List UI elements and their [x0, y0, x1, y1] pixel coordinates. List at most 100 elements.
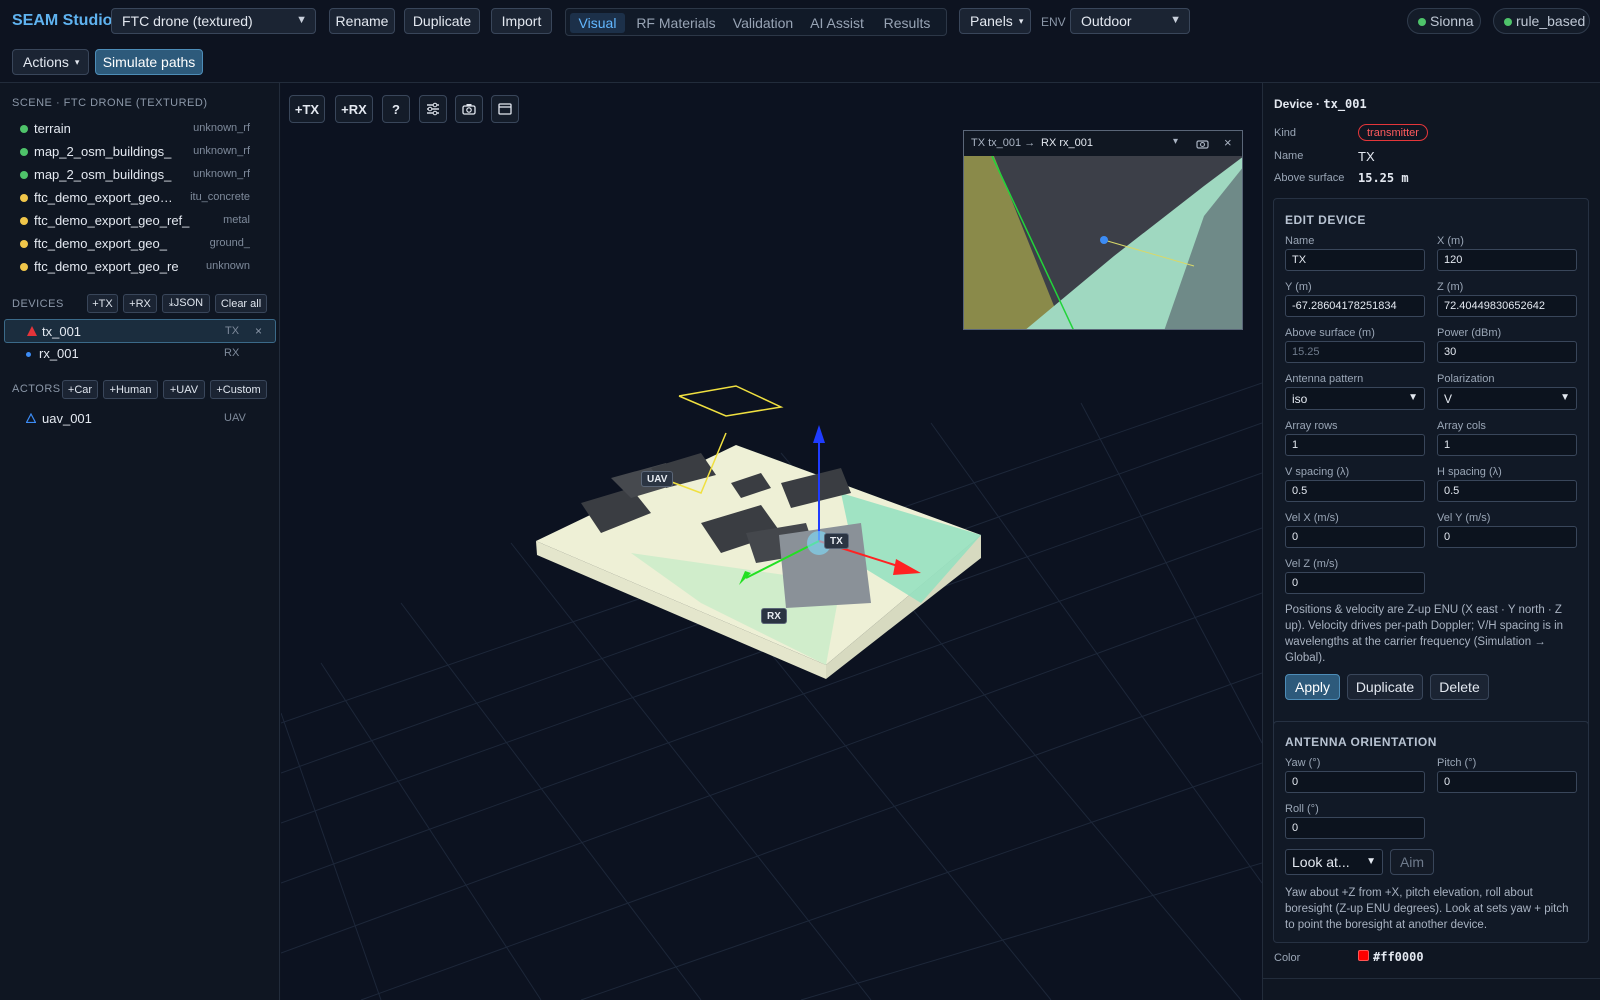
- tab-validation[interactable]: Validation: [726, 13, 800, 33]
- actor-row-uav[interactable]: uav_001 UAV: [4, 407, 276, 431]
- roll-input[interactable]: 0: [1285, 817, 1425, 839]
- tab-results[interactable]: Results: [874, 13, 940, 33]
- uav-marker-label: UAV: [641, 471, 674, 487]
- scene-item[interactable]: terrain unknown_rf: [10, 119, 258, 139]
- status-dot: [20, 148, 28, 156]
- edit-device-title: EDIT DEVICE: [1285, 213, 1366, 227]
- device-panel-title-prefix: Device ·: [1274, 97, 1321, 111]
- yaw-input[interactable]: 0: [1285, 771, 1425, 793]
- antenna-pattern-select[interactable]: iso ▼: [1285, 387, 1425, 410]
- add-car-button[interactable]: +Car: [62, 380, 98, 399]
- aim-button[interactable]: Aim: [1390, 849, 1434, 875]
- z-input[interactable]: 72.40449830652642: [1437, 295, 1577, 317]
- delete-device-button[interactable]: Delete: [1430, 674, 1489, 700]
- device-name-input[interactable]: TX: [1285, 249, 1425, 271]
- scene-select[interactable]: FTC drone (textured) ▼: [111, 8, 316, 34]
- device-row-tx[interactable]: tx_001 TX ×: [4, 319, 276, 343]
- field-label: Polarization: [1437, 373, 1495, 385]
- add-tx-button[interactable]: +TX: [87, 294, 118, 313]
- pitch-input[interactable]: 0: [1437, 771, 1577, 793]
- panels-button[interactable]: Panels ▾: [959, 8, 1031, 34]
- duplicate-device-button[interactable]: Duplicate: [1347, 674, 1423, 700]
- polarization-select[interactable]: V ▼: [1437, 387, 1577, 410]
- kind-badge: transmitter: [1358, 124, 1428, 141]
- array-cols-input[interactable]: 1: [1437, 434, 1577, 456]
- power-input[interactable]: 30: [1437, 341, 1577, 363]
- scene-select-value: FTC drone (textured): [122, 13, 253, 29]
- vel-y-input[interactable]: 0: [1437, 526, 1577, 548]
- scene-item[interactable]: map_2_osm_buildings_ unknown_rf: [10, 142, 258, 162]
- env-select[interactable]: Outdoor ▼: [1070, 8, 1190, 34]
- scene-item-name: map_2_osm_buildings_: [34, 144, 172, 159]
- tx-marker-label: TX: [824, 533, 849, 549]
- close-icon[interactable]: ×: [1224, 135, 1232, 150]
- color-swatch[interactable]: [1358, 950, 1369, 961]
- device-row-rx[interactable]: rx_001 RX: [4, 342, 276, 366]
- h-spacing-input[interactable]: 0.5: [1437, 480, 1577, 502]
- scene-panel: SCENE · FTC DRONE (TEXTURED) terrain unk…: [0, 83, 280, 1000]
- scene-item[interactable]: map_2_osm_buildings_ unknown_rf: [10, 165, 258, 185]
- status-dot: [20, 263, 28, 271]
- array-rows-input[interactable]: 1: [1285, 434, 1425, 456]
- import-button[interactable]: Import: [491, 8, 552, 34]
- add-human-button[interactable]: +Human: [103, 380, 158, 399]
- scene-viewport[interactable]: +TX +RX ? UAV TX RX TX tx_001 → RX rx_00…: [281, 83, 1262, 1000]
- device-name: rx_001: [39, 346, 79, 361]
- vel-x-input[interactable]: 0: [1285, 526, 1425, 548]
- scene-item-name: ftc_demo_export_geo_ref: [34, 190, 176, 205]
- scene-item-material: unknown_rf: [193, 122, 250, 134]
- simulate-paths-button[interactable]: Simulate paths: [95, 49, 203, 75]
- name-label: Name: [1274, 150, 1304, 162]
- camera-icon[interactable]: [1196, 138, 1209, 149]
- above-surface-input: 15.25: [1285, 341, 1425, 363]
- tab-ai-assist[interactable]: AI Assist: [806, 13, 868, 33]
- view-tabs: Visual RF Materials Validation AI Assist…: [565, 8, 947, 36]
- status-dot: [20, 194, 28, 202]
- add-custom-button[interactable]: +Custom: [210, 380, 267, 399]
- device-kind: TX: [225, 325, 240, 337]
- name-value: TX: [1358, 149, 1375, 164]
- kind-label: Kind: [1274, 127, 1297, 139]
- scene-item[interactable]: ftc_demo_export_geo_ref itu_concrete: [10, 188, 258, 208]
- y-input[interactable]: -67.28604178251834: [1285, 295, 1425, 317]
- add-rx-button[interactable]: +RX: [123, 294, 157, 313]
- add-uav-button[interactable]: +UAV: [163, 380, 205, 399]
- rename-button[interactable]: Rename: [329, 8, 395, 34]
- status-dot: [20, 171, 28, 179]
- link-preview-window[interactable]: TX tx_001 → RX rx_001 ▾ ×: [963, 130, 1243, 330]
- duplicate-scene-button[interactable]: Duplicate: [404, 8, 480, 34]
- scene-item[interactable]: ftc_demo_export_geo_ ground_: [10, 234, 258, 254]
- viewport-add-tx-button[interactable]: +TX: [289, 95, 325, 123]
- tab-visual[interactable]: Visual: [570, 13, 625, 33]
- look-at-select[interactable]: Look at... ▼: [1285, 849, 1383, 875]
- actor-name: uav_001: [42, 411, 92, 426]
- v-spacing-input[interactable]: 0.5: [1285, 480, 1425, 502]
- x-input[interactable]: 120: [1437, 249, 1577, 271]
- color-value: #ff0000: [1373, 950, 1424, 964]
- viewport-add-rx-button[interactable]: +RX: [335, 95, 373, 123]
- camera-icon: [462, 104, 476, 115]
- caret-down-icon: ▾: [74, 56, 80, 67]
- screenshot-button[interactable]: [455, 95, 483, 123]
- device-panel-title: Device · tx_001: [1274, 97, 1367, 111]
- help-button[interactable]: ?: [382, 95, 410, 123]
- window-button[interactable]: [491, 95, 519, 123]
- triangle-outline-icon: [26, 413, 36, 423]
- chevron-down-icon: ▼: [296, 14, 307, 26]
- scene-item[interactable]: ftc_demo_export_geo_re unknown: [10, 257, 258, 277]
- clear-all-button[interactable]: Clear all: [215, 294, 267, 313]
- vel-z-input[interactable]: 0: [1285, 572, 1425, 594]
- field-label: Array cols: [1437, 420, 1486, 432]
- scene-item[interactable]: ftc_demo_export_geo_ref_ metal: [10, 211, 258, 231]
- field-label: Array rows: [1285, 420, 1338, 432]
- actions-button[interactable]: Actions ▾: [12, 49, 89, 75]
- status-pill-rule-based: rule_based: [1493, 8, 1590, 34]
- export-json-button[interactable]: ⤓JSON: [162, 294, 210, 313]
- scene-item-material: ground_: [209, 237, 250, 249]
- chevron-down-icon[interactable]: ▾: [1173, 136, 1178, 147]
- field-label: Roll (°): [1285, 803, 1319, 815]
- apply-button[interactable]: Apply: [1285, 674, 1340, 700]
- close-icon[interactable]: ×: [255, 324, 262, 338]
- tab-rf-materials[interactable]: RF Materials: [633, 13, 719, 33]
- sliders-button[interactable]: [419, 95, 447, 123]
